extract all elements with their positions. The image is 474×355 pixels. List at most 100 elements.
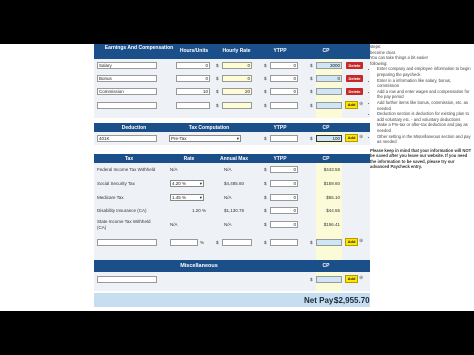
- tax-computation-col-label: Tax Computation: [188, 125, 230, 131]
- ytd-input[interactable]: [270, 239, 298, 246]
- ytd-col-label: YTPP: [273, 125, 287, 131]
- dollar-sign: $: [310, 136, 313, 141]
- tax-annual-max: $1,130.78: [224, 208, 245, 213]
- tax-cp-value: $159.60: [323, 181, 340, 186]
- cp-input[interactable]: 100: [316, 135, 342, 142]
- dollar-sign: $: [310, 103, 313, 108]
- dollar-sign: $: [216, 103, 219, 108]
- ytd-col-label: YTPP: [273, 48, 287, 54]
- dollar-sign: $: [264, 63, 267, 68]
- rate-input[interactable]: [222, 102, 252, 109]
- cp-col-label: CP: [322, 263, 330, 269]
- percent-sign: %: [200, 240, 205, 245]
- tax-rate-input[interactable]: [170, 239, 198, 246]
- earnings-col-label: Earnings And Compensation: [104, 45, 174, 51]
- rate-col-label: Rate: [183, 156, 195, 162]
- tax-rate: N/A: [170, 167, 178, 172]
- tax-label-input[interactable]: [97, 239, 157, 246]
- dollar-sign: $: [264, 222, 267, 227]
- annual-max-input[interactable]: [222, 239, 252, 246]
- misc-title: Miscellaneous: [180, 263, 218, 269]
- tax-col-label: Tax: [124, 156, 134, 162]
- paycheck-calculator: Earnings And Compensation Hours/Units Ho…: [94, 44, 370, 311]
- instruction-item: Enter company and employee information t…: [377, 66, 474, 77]
- earning-label-input[interactable]: Bonus: [97, 75, 157, 82]
- hours-input[interactable]: 0: [176, 62, 210, 69]
- tax-label: Medicare Tax: [97, 195, 124, 200]
- rate-input[interactable]: 0: [222, 62, 252, 69]
- instruction-item: Add further items like bonus, commission…: [377, 100, 474, 111]
- hours-input[interactable]: 0: [176, 75, 210, 82]
- tax-label: Social Security Tax: [97, 181, 135, 186]
- tax-computation-select[interactable]: Pre-Tax: [169, 135, 241, 142]
- taxes-header: Tax Rate Annual Max YTPP CP: [94, 154, 370, 163]
- dollar-sign: $: [310, 76, 313, 81]
- ytd-input[interactable]: 0: [270, 180, 298, 187]
- cp-input[interactable]: [316, 102, 342, 109]
- cp-input[interactable]: [316, 276, 342, 283]
- dollar-sign: $: [264, 208, 267, 213]
- net-pay-value: $2,955.70: [334, 296, 370, 305]
- dollar-sign: $: [310, 63, 313, 68]
- add-deduction-button[interactable]: Add: [345, 134, 358, 142]
- add-tax-button[interactable]: Add: [345, 238, 358, 246]
- ytd-input[interactable]: 0: [270, 166, 298, 173]
- instruction-item: Other setting in the Miscellaneous secti…: [377, 134, 474, 145]
- misc-header: Miscellaneous CP: [94, 260, 370, 272]
- tax-annual-max: N/A: [224, 167, 232, 172]
- delete-button[interactable]: Delete: [346, 88, 363, 95]
- plus-icon: ⊕: [359, 134, 364, 140]
- rate-input[interactable]: 0: [222, 75, 252, 82]
- instruction-item: Make a Pre-tax or after-tax deduction an…: [377, 122, 474, 133]
- dollar-sign: $: [310, 277, 313, 282]
- tax-rate-select[interactable]: 4.20 %: [170, 180, 204, 187]
- hours-input[interactable]: 10: [176, 88, 210, 95]
- deductions-header: Deduction Tax Computation YTPP CP: [94, 123, 370, 132]
- cp-input[interactable]: [316, 239, 342, 246]
- tax-label: State Income Tax Withheld (CA): [97, 219, 151, 230]
- ytd-input[interactable]: 0: [270, 207, 298, 214]
- dollar-sign: $: [264, 167, 267, 172]
- ytd-col-label: YTPP: [273, 156, 287, 162]
- cp-input[interactable]: 3000: [316, 62, 342, 69]
- dollar-sign: $: [216, 63, 219, 68]
- deduction-col-label: Deduction: [121, 125, 147, 131]
- cp-col-label: CP: [322, 48, 330, 54]
- ytd-input[interactable]: 0: [270, 75, 298, 82]
- plus-icon: ⊕: [359, 101, 364, 107]
- add-earning-button[interactable]: Add: [345, 101, 358, 109]
- deduction-label-input[interactable]: 401K: [97, 135, 157, 142]
- cp-col-label: CP: [322, 125, 330, 131]
- earning-label-input[interactable]: Commission: [97, 88, 157, 95]
- tax-rate: N/A: [170, 222, 178, 227]
- net-pay-label: Net Pay:: [304, 296, 337, 305]
- hours-input[interactable]: [176, 102, 210, 109]
- rate-input[interactable]: 20: [222, 88, 252, 95]
- tax-rate-select[interactable]: 1.45 %: [170, 194, 204, 201]
- cp-col-label: CP: [322, 156, 330, 162]
- cp-input[interactable]: [316, 88, 342, 95]
- dollar-sign: $: [264, 103, 267, 108]
- ytd-input[interactable]: 0: [270, 88, 298, 95]
- misc-label-input[interactable]: [97, 276, 157, 283]
- ytd-input[interactable]: [270, 102, 298, 109]
- add-misc-button[interactable]: Add: [345, 275, 358, 283]
- earning-label-input[interactable]: [97, 102, 157, 109]
- delete-button[interactable]: Delete: [346, 75, 363, 82]
- delete-button[interactable]: Delete: [346, 62, 363, 69]
- ytd-input[interactable]: 0: [270, 221, 298, 228]
- dollar-sign: $: [216, 240, 219, 245]
- ytd-input[interactable]: 0: [270, 194, 298, 201]
- tax-label: Disability Insurance (CA): [97, 208, 147, 213]
- instruction-item: Enter in a information like salary, bonu…: [377, 78, 474, 89]
- dollar-sign: $: [216, 89, 219, 94]
- plus-icon: ⊕: [359, 275, 364, 281]
- dollar-sign: $: [310, 89, 313, 94]
- ytd-input[interactable]: [270, 135, 298, 142]
- save-notice: Please keep in mind that your informatio…: [370, 147, 472, 170]
- ytd-input[interactable]: 0: [270, 62, 298, 69]
- rate-col-label: Hourly Rate: [222, 48, 251, 54]
- earning-label-input[interactable]: Salary: [97, 62, 157, 69]
- cp-input[interactable]: 0: [316, 75, 342, 82]
- dollar-sign: $: [216, 76, 219, 81]
